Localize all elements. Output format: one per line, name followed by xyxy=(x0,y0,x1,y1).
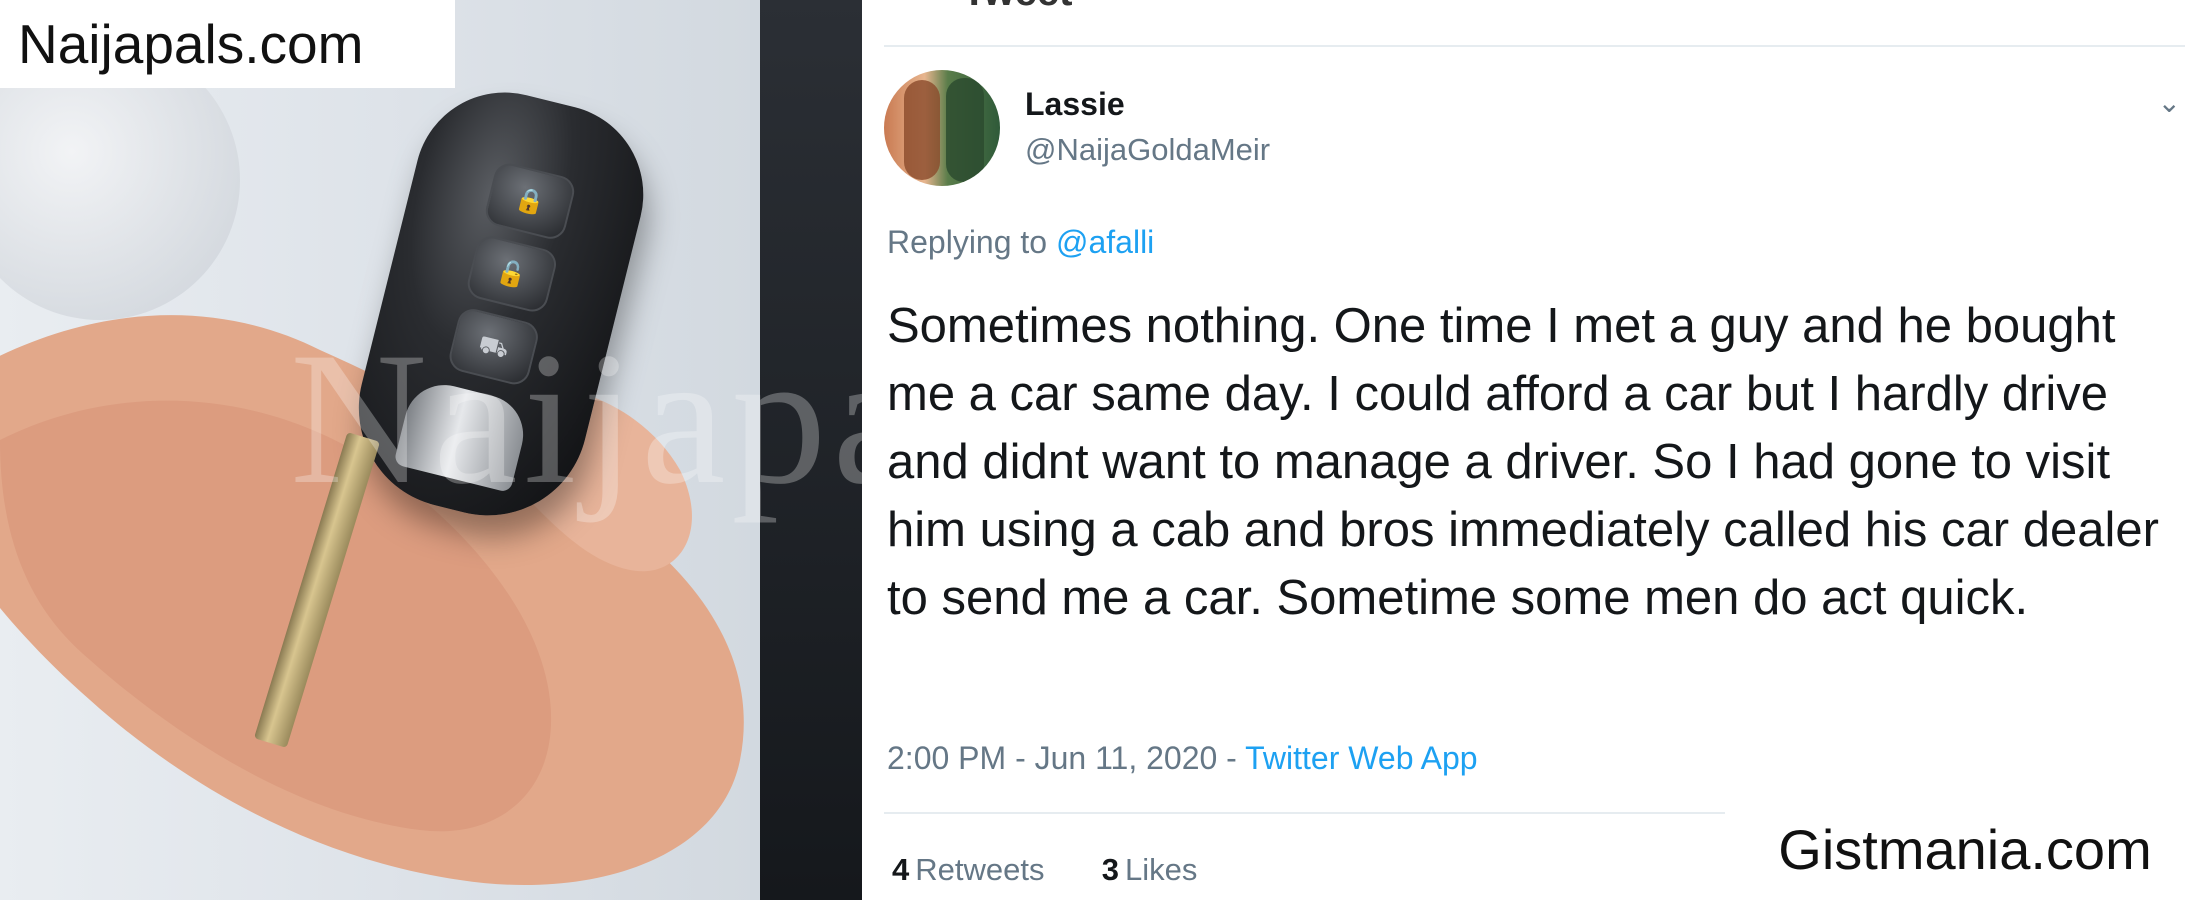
tweet-header: Tweet xyxy=(862,0,2205,14)
trunk-icon: ⛟ xyxy=(475,329,512,364)
tweet-text: Sometimes nothing. One time I met a guy … xyxy=(887,299,2159,625)
car-key-photo: 🔒 🔓 ⛟ xyxy=(0,0,862,900)
likes-stat[interactable]: 3 Likes xyxy=(1102,852,1198,887)
lock-icon: 🔒 xyxy=(512,183,548,219)
unlock-icon: 🔓 xyxy=(493,256,530,292)
lock-button: 🔒 xyxy=(482,160,578,243)
tweet-header-title: Tweet xyxy=(962,0,1072,15)
user-handle[interactable]: @NaijaGoldaMeir xyxy=(1025,132,1270,168)
likes-count: 3 xyxy=(1101,852,1119,887)
unlock-button: 🔓 xyxy=(464,232,560,315)
avatar-figure xyxy=(946,78,984,182)
naijapals-watermark: Naijapals.com xyxy=(0,0,455,88)
replying-to-link[interactable]: @afalli xyxy=(1056,224,1154,260)
avatar-figure xyxy=(904,80,940,180)
likes-label: Likes xyxy=(1124,852,1198,887)
dark-background xyxy=(760,0,862,900)
retweets-label: Retweets xyxy=(915,852,1045,887)
tweet-meta: 2:00 PM - Jun 11, 2020 - Twitter Web App xyxy=(887,740,1478,777)
tweet-source-app[interactable]: Twitter Web App xyxy=(1245,740,1477,776)
replying-prefix: Replying to xyxy=(887,224,1056,260)
divider xyxy=(884,812,1744,814)
gistmania-watermark: Gistmania.com xyxy=(1725,800,2205,900)
chevron-down-icon[interactable]: ⌄ xyxy=(2158,86,2181,119)
tweet-card: Tweet Lassie @NaijaGoldaMeir ⌄ Replying … xyxy=(862,0,2205,900)
avatar[interactable] xyxy=(884,70,1000,186)
retweets-stat[interactable]: 4 Retweets xyxy=(892,852,1044,887)
trunk-button: ⛟ xyxy=(446,305,542,388)
retweets-count: 4 xyxy=(892,852,910,887)
divider xyxy=(884,45,2185,47)
tweet-timestamp[interactable]: 2:00 PM - Jun 11, 2020 - xyxy=(887,740,1245,776)
display-name[interactable]: Lassie xyxy=(1025,86,1125,123)
replying-to: Replying to @afalli xyxy=(887,224,1154,261)
tweet-stats: 4 Retweets 3 Likes xyxy=(892,852,1197,888)
fob-chrome-base xyxy=(393,376,532,493)
